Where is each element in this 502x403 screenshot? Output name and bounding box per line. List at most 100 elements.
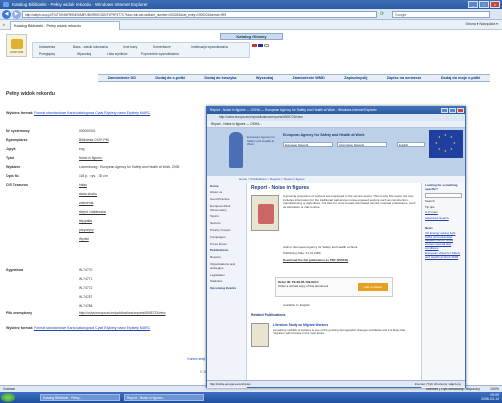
menu-item[interactable]: Komentarze: [153, 45, 171, 49]
ie-icon: [3, 2, 9, 7]
menu-item[interactable]: Przeglądaj: [39, 52, 55, 56]
nav-item[interactable]: Sectors: [207, 221, 246, 228]
popup-right-panel: Looking for something specific? Search T…: [421, 183, 465, 388]
related-title-link[interactable]: Literature Study on Migrant Workers: [273, 323, 328, 327]
favorites-star-icon[interactable]: ★: [2, 22, 6, 27]
nav-item[interactable]: About us: [207, 190, 246, 197]
format-links[interactable]: Format standardowe Karta katalogowa Cyta…: [34, 326, 150, 330]
order-box: Order ID: TE-69-05-733-EN-C Order a prin…: [275, 277, 393, 297]
popup-tab[interactable]: Report - Noise in figures — OSHA...: [207, 121, 465, 128]
agency-title: European Agency for Safety and Health at…: [283, 133, 365, 137]
popup-url-input[interactable]: http://osha.europa.eu/en/publications/re…: [207, 114, 465, 121]
download-pdf-link[interactable]: Download the full publication as PDF (90…: [283, 258, 348, 262]
nav-item[interactable]: Dodaj do e-półki: [155, 75, 185, 81]
report-title: Report - Noise in figures: [251, 185, 310, 191]
menu-item[interactable]: Baza - zasób lokowania: [73, 45, 108, 49]
nav-item[interactable]: Dodaj do koszyka: [204, 75, 236, 81]
search-input[interactable]: Google: [392, 11, 490, 18]
nav-item[interactable]: Reports: [207, 255, 246, 262]
language-select[interactable]: English: [397, 142, 425, 147]
maximize-button[interactable]: □: [479, 1, 489, 8]
info-network-select[interactable]: Information Network: [337, 142, 387, 147]
nav-item[interactable]: European Risk Observatory: [207, 203, 246, 214]
menu-item[interactable]: Ustawienia: [39, 45, 55, 49]
field-value: Luxembourg : European Agency for Safety …: [79, 165, 180, 169]
minimize-button[interactable]: _: [468, 1, 478, 8]
nav-item[interactable]: Good Practice: [207, 197, 246, 204]
popup-search-input[interactable]: [425, 193, 462, 199]
breadcrumb[interactable]: Home > Publications > Reports > Noise in…: [207, 176, 465, 183]
report-date: Publishing Date: 31.01.2006: [283, 251, 321, 255]
tab-current[interactable]: Katalog Biblioteki - Pełny widok rekordu: [10, 21, 120, 30]
nav-item[interactable]: Topics: [207, 214, 246, 221]
menu-item[interactable]: Indeksacja wyszukiwania: [191, 45, 228, 49]
system-clock: 09:09 2008-03-13: [481, 393, 499, 401]
taskbar-item[interactable]: Katalog Biblioteki - Pełny...: [40, 394, 120, 401]
popup-status-bar: http://osha.europa.eu/en/news Internet |…: [207, 380, 465, 387]
menu-item[interactable]: Inne bazy: [123, 45, 137, 49]
language-flags[interactable]: [252, 44, 269, 47]
report-description: A growing proportion of workers are empl…: [283, 194, 416, 209]
network-select[interactable]: European Network: [283, 142, 333, 147]
nav-item[interactable]: Zapisz na serwerze: [387, 75, 422, 81]
signature-value: W-74788: [79, 304, 93, 308]
menu-item[interactable]: Poprzednie wyszukiwania: [141, 52, 179, 56]
nav-item[interactable]: Dodaj do moje e-półki: [441, 75, 480, 81]
thesaurus-link[interactable]: halas: [79, 183, 87, 187]
refresh-icon[interactable]: ⟳: [380, 11, 384, 17]
nav-item[interactable]: Upcoming Events: [207, 286, 246, 293]
thesaurus-link[interactable]: ślepot i słabieszka: [79, 210, 106, 214]
window-title-bar: Katalog Biblioteki - Pełny widok rekordu…: [0, 0, 502, 9]
back-icon[interactable]: ◀: [2, 10, 11, 19]
thesaurus-link[interactable]: skala słuchu: [79, 192, 97, 196]
maximize-button[interactable]: [449, 108, 456, 113]
nav-item[interactable]: Priority Groups: [207, 228, 246, 235]
report-author: Author: European Agency for Safety and H…: [283, 245, 358, 249]
nav-item[interactable]: Statistics: [207, 279, 246, 286]
field-label: CIS Tezaurus: [6, 183, 28, 187]
action-nav: Zamówienie DD Dodaj do e-półki Dodaj do …: [98, 74, 490, 82]
nav-item[interactable]: Zapisz/wyślij: [344, 75, 367, 81]
field-value: 116 p. : rys. ; 30 cm: [79, 174, 108, 178]
field-value-link[interactable]: Noise in figures.: [79, 156, 103, 160]
browser-tools[interactable]: Strona ▾ Narzędzia ▾: [466, 22, 499, 26]
nav-item[interactable]: Legislation: [207, 272, 246, 279]
thesaurus-link[interactable]: zdarzenia: [79, 201, 93, 205]
advanced-search-link[interactable]: Advanced Search: [422, 216, 465, 222]
taskbar-item[interactable]: Report - Noise in figures...: [124, 394, 204, 401]
format-links[interactable]: Format standardowe Karta katalogowa Cyta…: [34, 111, 150, 115]
osha-logo[interactable]: [229, 132, 243, 168]
nav-item[interactable]: Home: [207, 183, 246, 190]
news-item[interactable]: European Week for Safety and Health at W…: [422, 251, 465, 260]
thesaurus-link[interactable]: fizjopatia: [79, 219, 92, 223]
nav-item[interactable]: Campaigns: [207, 234, 246, 241]
format-selector-bottom: Wybierz format: Format standardowe Karta…: [6, 326, 151, 330]
minimize-button[interactable]: [441, 108, 448, 113]
nav-item[interactable]: Zamówienie WMD: [292, 75, 324, 81]
popup-window: Report - Noise in figures — OSHA — Europ…: [206, 106, 466, 388]
close-button[interactable]: [457, 108, 464, 113]
url-input[interactable]: http://aleph.ciop.pl/F/UTSH4NFB9ND9A8FUB…: [22, 11, 377, 18]
osha-banner: European Agency for Safety and Health at…: [207, 128, 465, 176]
menu-item[interactable]: Lista wyników: [107, 52, 127, 56]
start-button[interactable]: [1, 393, 15, 402]
forward-icon[interactable]: ▶: [12, 10, 21, 19]
thesaurus-link[interactable]: przyczyny: [79, 228, 94, 232]
signature-value: W-74770: [79, 268, 93, 272]
catalog-title: Katalog Główny: [220, 33, 283, 40]
available-languages[interactable]: Available in: English: [283, 303, 310, 307]
close-button[interactable]: ×: [490, 1, 500, 8]
field-value: eng: [79, 147, 85, 151]
external-file-link[interactable]: http://osha.europa.eu/en/publications/re…: [79, 311, 166, 315]
library-logo[interactable]: CIOP-PIB: [6, 34, 27, 57]
nav-item[interactable]: Zamówienie DD: [108, 75, 136, 81]
menu-item[interactable]: Wyszukaj: [77, 52, 91, 56]
field-value-link[interactable]: Biblioteka CIOP-PIB: [79, 138, 109, 142]
news-item[interactable]: UK Energy saving light bulbs emit ultrav…: [422, 231, 465, 251]
nav-item[interactable]: Press Room: [207, 241, 246, 248]
nav-item[interactable]: Wyszukaj: [256, 75, 273, 81]
thesaurus-link[interactable]: Wyniki: [79, 237, 89, 241]
nav-item[interactable]: Publications: [207, 248, 246, 255]
add-to-basket-button[interactable]: Add to basket: [358, 283, 388, 291]
nav-item[interactable]: Organisations and strategies: [207, 262, 246, 273]
